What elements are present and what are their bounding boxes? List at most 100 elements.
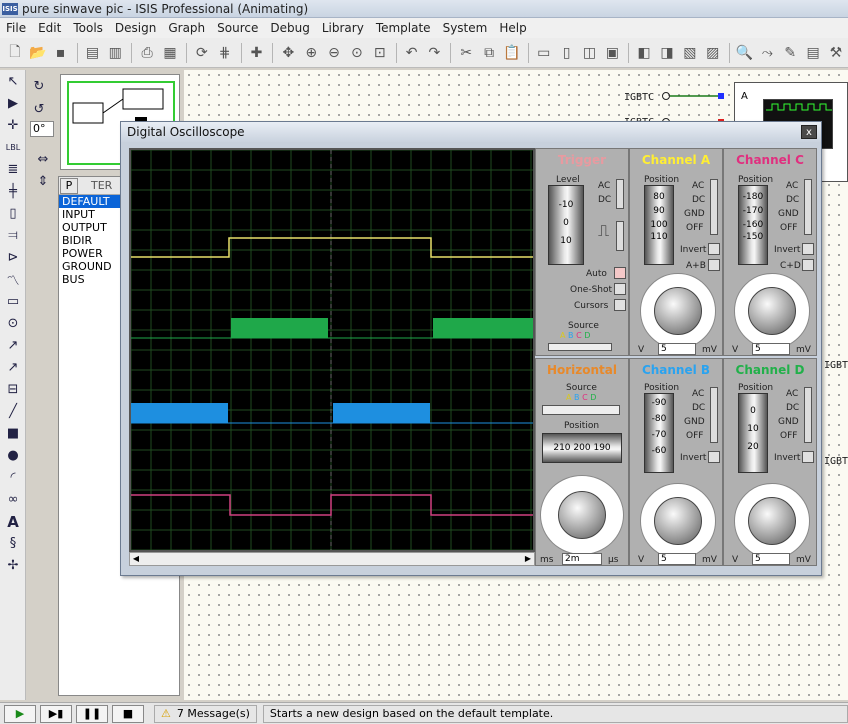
screen-horizontal-scrollbar[interactable]: ◀ ▶ — [129, 552, 535, 566]
menu-file[interactable]: File — [0, 21, 32, 35]
menu-edit[interactable]: Edit — [32, 21, 67, 35]
refresh-icon[interactable]: ⟳ — [191, 42, 213, 64]
print-area-icon[interactable]: ▦ — [159, 42, 181, 64]
oscilloscope-title-bar[interactable]: Digital Oscilloscope x — [121, 122, 821, 142]
grid-icon[interactable]: ⋕ — [214, 42, 236, 64]
undo-icon[interactable]: ↶ — [401, 42, 423, 64]
tape-recorder-icon[interactable]: ▭ — [2, 291, 24, 312]
block-copy-icon[interactable]: ▭ — [533, 42, 555, 64]
current-probe-icon[interactable]: ↗ — [2, 357, 24, 378]
horizontal-position-drum[interactable]: 210 200 190 — [542, 433, 622, 463]
cut-icon[interactable]: ✂ — [455, 42, 477, 64]
rotation-angle-field[interactable]: 0° — [30, 121, 54, 137]
bill-of-materials-icon[interactable]: ▤ — [802, 42, 824, 64]
pan-icon[interactable]: ✥ — [277, 42, 299, 64]
generator-icon[interactable]: ⊙ — [2, 313, 24, 334]
channel-d-invert-button[interactable] — [802, 451, 814, 463]
zoom-out-icon[interactable]: ⊖ — [323, 42, 345, 64]
channel-d-position-drum[interactable]: 0 10 20 — [738, 393, 768, 473]
channel-a-invert-button[interactable] — [708, 243, 720, 255]
symbol-icon[interactable]: § — [2, 533, 24, 554]
menu-help[interactable]: Help — [493, 21, 532, 35]
channel-c-coupling-switch[interactable] — [804, 179, 812, 235]
channel-c-mode-button[interactable] — [802, 259, 814, 271]
horizontal-source-slider[interactable] — [542, 405, 620, 415]
origin-icon[interactable]: ✚ — [246, 42, 268, 64]
cursors-button[interactable] — [614, 299, 626, 311]
menu-graph[interactable]: Graph — [162, 21, 211, 35]
menu-debug[interactable]: Debug — [264, 21, 315, 35]
menu-library[interactable]: Library — [316, 21, 370, 35]
trigger-coupling-switch[interactable] — [616, 179, 624, 209]
step-button[interactable]: ▶▮ — [40, 704, 72, 723]
rotate-anticlockwise-icon[interactable]: ↺ — [28, 99, 50, 120]
channel-b-invert-button[interactable] — [708, 451, 720, 463]
channel-a-coupling-switch[interactable] — [710, 179, 718, 235]
scroll-left-icon[interactable]: ◀ — [130, 553, 142, 565]
digital-oscilloscope-window[interactable]: Digital Oscilloscope x ◀ ▶ Trigger Level… — [120, 121, 822, 576]
play-button[interactable]: ▶ — [4, 704, 36, 723]
trigger-level-drum[interactable]: -10 0 10 — [548, 185, 584, 265]
block-delete-icon[interactable]: ▣ — [601, 42, 623, 64]
zoom-in-icon[interactable]: ⊕ — [300, 42, 322, 64]
print-icon[interactable]: ⎙ — [136, 42, 158, 64]
decompose-icon[interactable]: ▨ — [702, 42, 724, 64]
component-mode-icon[interactable]: ▶ — [2, 93, 24, 114]
paste-icon[interactable]: 📋 — [501, 42, 523, 64]
wire-autorouter-icon[interactable]: ⤳ — [756, 42, 778, 64]
channel-a-mode-button[interactable] — [708, 259, 720, 271]
channel-d-volts-field[interactable]: 5 — [752, 553, 790, 565]
block-rotate-icon[interactable]: ◫ — [579, 42, 601, 64]
selection-mode-icon[interactable]: ↖ — [2, 71, 24, 92]
virtual-instruments-icon[interactable]: ⊟ — [2, 379, 24, 400]
search-icon[interactable]: 🔍 — [734, 42, 756, 64]
net-label[interactable]: IGBTD — [824, 456, 848, 467]
menu-design[interactable]: Design — [109, 21, 162, 35]
buses-icon[interactable]: ╪ — [2, 181, 24, 202]
mirror-horizontal-icon[interactable]: ⇔ — [32, 149, 54, 170]
timebase-knob[interactable] — [558, 491, 606, 539]
close-button[interactable]: x — [801, 125, 817, 139]
menu-template[interactable]: Template — [370, 21, 437, 35]
new-design-icon[interactable]: 🗋 — [4, 42, 26, 64]
text-icon[interactable]: A — [2, 511, 24, 532]
circle-icon[interactable]: ● — [2, 445, 24, 466]
channel-c-position-drum[interactable]: -180 -170 -160 -150 — [738, 185, 768, 265]
marker-icon[interactable]: ✢ — [2, 555, 24, 576]
messages-area[interactable]: ⚠ 7 Message(s) — [154, 704, 257, 723]
channel-c-volts-knob[interactable] — [748, 287, 796, 335]
channel-a-volts-field[interactable]: 5 — [658, 343, 696, 355]
channel-b-volts-field[interactable]: 5 — [658, 553, 696, 565]
copy-icon[interactable]: ⧉ — [478, 42, 500, 64]
channel-d-coupling-switch[interactable] — [804, 387, 812, 443]
path-icon[interactable]: ∞ — [2, 489, 24, 510]
text-script-icon[interactable]: ≣ — [2, 159, 24, 180]
box-icon[interactable]: ■ — [2, 423, 24, 444]
timebase-field[interactable]: 2m — [562, 553, 602, 565]
pick-button[interactable]: P — [60, 178, 78, 194]
open-folder-icon[interactable]: 📂 — [27, 42, 49, 64]
subcircuit-icon[interactable]: ▯ — [2, 203, 24, 224]
hammer-icon[interactable]: ⚒ — [825, 42, 847, 64]
wire-label-icon[interactable]: LBL — [2, 137, 24, 158]
make-device-icon[interactable]: ◨ — [656, 42, 678, 64]
junction-dot-icon[interactable]: ✛ — [2, 115, 24, 136]
menu-tools[interactable]: Tools — [67, 21, 109, 35]
zoom-area-icon[interactable]: ⊡ — [369, 42, 391, 64]
import-icon[interactable]: ▤ — [82, 42, 104, 64]
mirror-vertical-icon[interactable]: ⇕ — [32, 171, 54, 192]
channel-a-position-drum[interactable]: 80 90 100 110 — [644, 185, 674, 265]
device-pins-icon[interactable]: ⊳ — [2, 247, 24, 268]
line-icon[interactable]: ╱ — [2, 401, 24, 422]
redo-icon[interactable]: ↷ — [424, 42, 446, 64]
stop-button[interactable]: ■ — [112, 704, 144, 723]
save-icon[interactable]: ▪ — [50, 42, 72, 64]
terminals-icon[interactable]: ⫤ — [2, 225, 24, 246]
zoom-all-icon[interactable]: ⊙ — [346, 42, 368, 64]
package-tool-icon[interactable]: ▧ — [679, 42, 701, 64]
channel-b-volts-knob[interactable] — [654, 497, 702, 545]
channel-b-coupling-switch[interactable] — [710, 387, 718, 443]
channel-b-position-drum[interactable]: -90 -80 -70 -60 — [644, 393, 674, 473]
block-move-icon[interactable]: ▯ — [556, 42, 578, 64]
channel-c-invert-button[interactable] — [802, 243, 814, 255]
